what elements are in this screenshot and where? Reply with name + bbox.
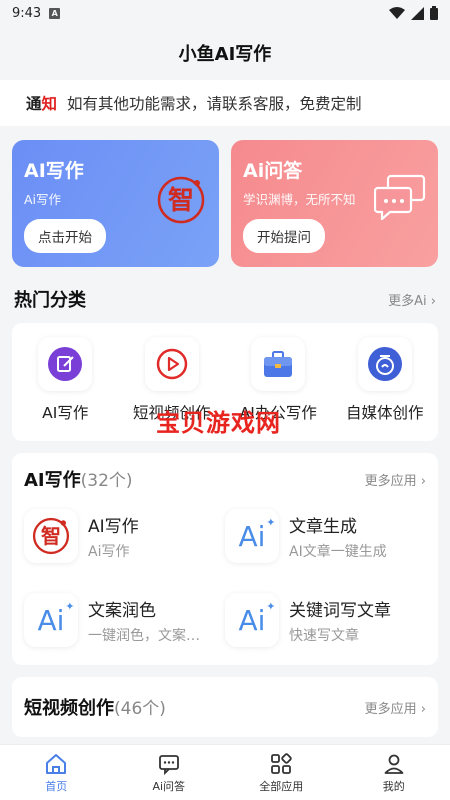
short-video-title: 短视频创作(46个) xyxy=(24,694,166,720)
more-apps-label: 更多应用 xyxy=(364,701,417,717)
sparkle-icon: ✦ xyxy=(266,515,276,529)
more-apps-label: 更多应用 xyxy=(364,473,417,489)
more-apps-link[interactable]: 更多应用 › xyxy=(365,470,426,489)
app-desc: AI文章一键生成 xyxy=(289,543,387,560)
app-keyword-article[interactable]: Ai ✦ 关键词写文章 快速写文章 xyxy=(225,593,426,647)
app-name: 文案润色 xyxy=(88,600,156,621)
ai-sparkle-icon: Ai ✦ xyxy=(225,593,279,647)
app-name: AI写作 xyxy=(88,516,139,537)
category-label: AI写作 xyxy=(42,404,89,422)
app-desc: 一键润色，文案更出彩 xyxy=(88,627,213,644)
short-video-count: (46个) xyxy=(114,699,166,719)
grid-icon xyxy=(269,752,293,776)
sparkle-icon: ✦ xyxy=(65,599,75,613)
notice-text: 如有其他功能需求，请联系客服，免费定制 xyxy=(67,95,362,113)
ai-sparkle-icon: Ai ✦ xyxy=(24,593,78,647)
wifi-icon xyxy=(389,7,405,19)
home-icon xyxy=(44,752,68,776)
edit-note-icon xyxy=(38,337,93,391)
tab-ai-qa[interactable]: Ai问答 xyxy=(113,745,226,800)
signal-icon xyxy=(411,6,424,20)
ai-writing-app-grid: 智 AI写作 Ai写作 Ai✦ 文章生成 AI文章一键生成 Ai✦ 文案润色 xyxy=(12,505,438,655)
app-desc: 快速写文章 xyxy=(289,627,359,644)
hot-section-title: 热门分类 xyxy=(14,290,86,311)
short-video-section: 短视频创作(46个) 更多应用 › xyxy=(12,677,438,737)
ai-writing-title-text: AI写作 xyxy=(24,470,81,491)
notice-bar[interactable]: 通 知 如有其他功能需求，请联系客服，免费定制 xyxy=(0,80,450,126)
ai-writing-header: AI写作(32个) 更多应用 › xyxy=(12,453,438,505)
sparkle-icon: ✦ xyxy=(266,599,276,613)
more-apps-link[interactable]: 更多应用 › xyxy=(365,698,426,717)
play-circle-icon xyxy=(144,337,199,391)
hot-section-header: 热门分类 更多Ai › xyxy=(0,275,450,323)
bottom-tab-bar: 首页 Ai问答 全部应用 我的 xyxy=(0,744,450,800)
ai-sparkle-icon: Ai ✦ xyxy=(225,509,279,563)
ai-writing-title: AI写作(32个) xyxy=(24,466,133,492)
notice-tag-second: 知 xyxy=(41,95,58,113)
feature-card-ai-qa[interactable]: Ai问答 学识渊博，无所不知 开始提问 xyxy=(231,140,438,267)
zhi-seal-icon: 智 xyxy=(24,509,78,563)
tab-label: 我的 xyxy=(382,779,405,793)
more-ai-link[interactable]: 更多Ai › xyxy=(388,290,436,309)
ai-writing-count: (32个) xyxy=(80,471,133,491)
app-copy-polish[interactable]: Ai✦ 文案润色 一键润色，文案更出彩 xyxy=(24,593,225,647)
more-ai-label: 更多Ai xyxy=(388,293,427,309)
notice-tag-first: 通 xyxy=(26,95,42,113)
watermark: 宝贝游戏网 xyxy=(156,409,281,437)
category-self-media[interactable]: 自媒体创作 xyxy=(335,337,435,441)
short-video-header: 短视频创作(46个) 更多应用 › xyxy=(12,677,438,737)
ai-glyph-text: Ai xyxy=(238,519,266,553)
tab-all-apps[interactable]: 全部应用 xyxy=(225,745,338,800)
app-desc: Ai写作 xyxy=(88,543,130,560)
app-header: 小鱼AI写作 xyxy=(0,26,450,80)
ai-glyph-text: Ai xyxy=(37,603,65,637)
category-ai-writing[interactable]: AI写作 xyxy=(15,337,115,441)
app-name: 文章生成 xyxy=(289,516,357,537)
category-label: 自媒体创作 xyxy=(345,404,424,422)
tab-label: Ai问答 xyxy=(152,779,186,793)
tab-label: 全部应用 xyxy=(259,779,304,793)
app-ai-writing[interactable]: 智 AI写作 Ai写作 xyxy=(24,509,225,563)
ai-writing-section: AI写作(32个) 更多应用 › 智 AI写作 Ai写作 Ai ✦ 文章生成 A… xyxy=(12,453,438,665)
chevron-right-icon: › xyxy=(420,701,426,717)
chevron-right-icon: › xyxy=(430,293,436,309)
battery-icon xyxy=(430,6,438,20)
app-name: 关键词写文章 xyxy=(289,600,391,621)
page-title: 小鱼AI写作 xyxy=(178,44,272,65)
status-bar: 9:43 A xyxy=(0,0,450,26)
ai-glyph-text: Ai xyxy=(238,603,266,637)
tab-label: 首页 xyxy=(45,779,68,793)
tab-mine[interactable]: 我的 xyxy=(338,745,450,800)
feature-card-ai-writing[interactable]: AI写作 Ai写作 智 点击开始 xyxy=(12,140,219,267)
chat-bubble-icon xyxy=(373,174,426,224)
chevron-right-icon: › xyxy=(420,473,426,489)
zhi-seal-icon: 智 xyxy=(155,174,207,230)
app-article-generate[interactable]: Ai ✦ 文章生成 AI文章一键生成 xyxy=(225,509,426,563)
media-icon xyxy=(357,337,412,391)
briefcase-icon xyxy=(251,337,306,391)
tab-home[interactable]: 首页 xyxy=(0,745,113,800)
feature-cards: AI写作 Ai写作 智 点击开始 Ai问答 学识渊博，无所不知 开始提问 xyxy=(0,126,450,267)
status-time: 9:43 xyxy=(12,5,42,21)
seal-glyph: 智 xyxy=(41,524,61,548)
notification-a-icon: A xyxy=(49,7,61,19)
chat-icon xyxy=(157,752,181,776)
start-button[interactable]: 点击开始 xyxy=(24,219,106,253)
seal-glyph: 智 xyxy=(168,186,194,216)
short-video-title-text: 短视频创作 xyxy=(24,698,114,719)
user-icon xyxy=(382,752,406,776)
start-ask-button[interactable]: 开始提问 xyxy=(243,219,325,253)
